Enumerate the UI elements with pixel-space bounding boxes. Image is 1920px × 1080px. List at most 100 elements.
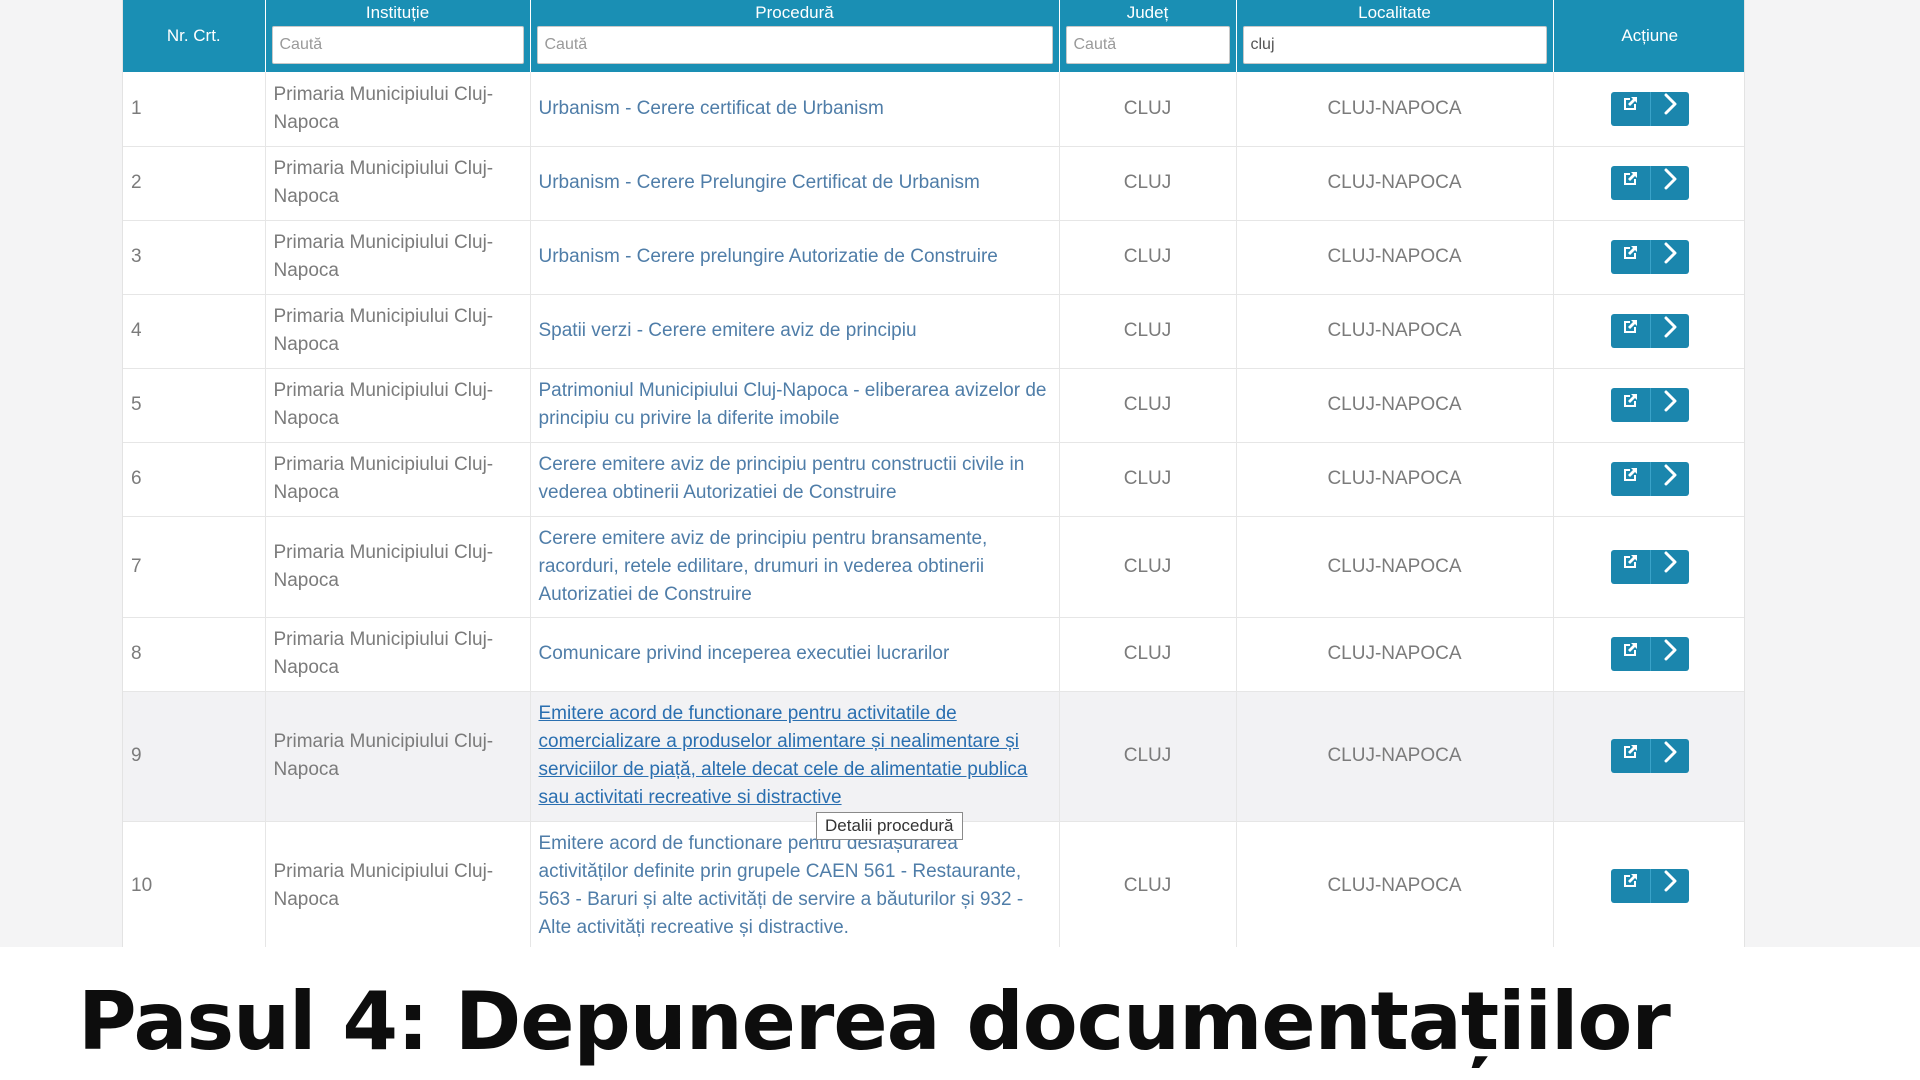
cell-judet: CLUJ bbox=[1059, 691, 1237, 822]
table-header: Nr. Crt. Instituție Procedură Județ bbox=[123, 0, 1744, 72]
county-name: CLUJ bbox=[1123, 97, 1172, 119]
procedure-details-button[interactable] bbox=[1649, 637, 1689, 671]
procedure-details-button[interactable] bbox=[1649, 388, 1689, 422]
cell-judet: CLUJ bbox=[1059, 72, 1237, 147]
procedure-link[interactable]: Spatii verzi - Cerere emitere aviz de pr… bbox=[539, 320, 917, 341]
cell-procedura: Cerere emitere aviz de principiu pentru … bbox=[530, 442, 1060, 517]
procedure-details-button[interactable] bbox=[1649, 462, 1689, 496]
cell-nr: 7 bbox=[123, 516, 266, 618]
row-number: 7 bbox=[131, 555, 142, 577]
procedures-table: Nr. Crt. Instituție Procedură Județ bbox=[123, 0, 1744, 947]
procedure-details-button[interactable] bbox=[1649, 314, 1689, 348]
open-procedure-button[interactable] bbox=[1610, 739, 1650, 773]
cell-institutie: Primaria Municipiului Cluj-Napoca bbox=[265, 516, 531, 618]
cell-nr: 5 bbox=[123, 368, 266, 443]
procedure-details-button[interactable] bbox=[1649, 166, 1689, 200]
cell-procedura: Urbanism - Cerere Prelungire Certificat … bbox=[530, 146, 1060, 221]
procedure-details-button[interactable] bbox=[1649, 91, 1689, 126]
cell-procedura: Comunicare privind inceperea executiei l… bbox=[530, 617, 1060, 692]
institution-name: Primaria Municipiului Cluj-Napoca bbox=[273, 454, 494, 503]
external-link-icon bbox=[1620, 465, 1640, 494]
open-procedure-button[interactable] bbox=[1610, 868, 1650, 903]
open-procedure-button[interactable] bbox=[1610, 388, 1650, 422]
locality-name: CLUJ-NAPOCA bbox=[1327, 394, 1462, 415]
row-actions bbox=[1562, 314, 1739, 348]
procedure-link[interactable]: Cerere emitere aviz de principiu pentru … bbox=[539, 528, 988, 605]
cell-nr: 10 bbox=[123, 821, 266, 947]
institution-name: Primaria Municipiului Cluj-Napoca bbox=[273, 83, 494, 133]
row-number: 9 bbox=[131, 745, 142, 766]
cell-procedura: Urbanism - Cerere prelungire Autorizatie… bbox=[530, 220, 1060, 295]
open-procedure-button[interactable] bbox=[1610, 549, 1650, 584]
cell-actiune bbox=[1553, 72, 1744, 147]
chevron-right-icon bbox=[1662, 464, 1678, 495]
filter-localitate-input[interactable] bbox=[1242, 26, 1547, 64]
procedure-details-tooltip: Detalii procedură bbox=[816, 812, 963, 840]
cell-nr: 3 bbox=[123, 220, 266, 295]
cell-procedura: Cerere emitere aviz de principiu pentru … bbox=[530, 516, 1060, 618]
filter-procedura-input[interactable] bbox=[536, 26, 1053, 64]
county-name: CLUJ bbox=[1123, 745, 1172, 766]
external-link-icon bbox=[1620, 871, 1640, 900]
cell-institutie: Primaria Municipiului Cluj-Napoca bbox=[265, 691, 531, 822]
county-name: CLUJ bbox=[1123, 246, 1172, 267]
cell-actiune bbox=[1553, 220, 1744, 295]
table-row: 6 Primaria Municipiului Cluj-Napoca Cerere… bbox=[123, 442, 1744, 517]
open-procedure-button[interactable] bbox=[1610, 166, 1650, 200]
open-procedure-button[interactable] bbox=[1610, 637, 1650, 671]
row-actions bbox=[1562, 549, 1739, 584]
step-caption: Pasul 4: Depunerea documentațiilor bbox=[78, 975, 1671, 1068]
procedure-link[interactable]: Emitere acord de functionare pentru desf… bbox=[539, 833, 1024, 938]
procedure-link[interactable]: Comunicare privind inceperea executiei l… bbox=[539, 643, 950, 664]
filter-judet-input[interactable] bbox=[1065, 26, 1230, 64]
procedure-link[interactable]: Urbanism - Cerere Prelungire Certificat … bbox=[539, 172, 980, 193]
procedure-link[interactable]: Urbanism - Cerere prelungire Autorizatie… bbox=[539, 246, 998, 267]
row-actions bbox=[1562, 868, 1739, 903]
filter-institutie-input[interactable] bbox=[271, 26, 524, 64]
table-row: 5 Primaria Municipiului Cluj-Napoca Patrim… bbox=[123, 368, 1744, 443]
cell-actiune bbox=[1553, 294, 1744, 369]
cell-procedura: Emitere acord de functionare pentru desf… bbox=[530, 821, 1060, 947]
procedure-details-button[interactable] bbox=[1649, 739, 1689, 773]
row-number: 5 bbox=[131, 394, 142, 415]
county-name: CLUJ bbox=[1123, 172, 1172, 193]
header-actiune: Acțiune bbox=[1553, 0, 1744, 72]
cell-judet: CLUJ bbox=[1059, 294, 1237, 369]
cell-localitate: CLUJ-NAPOCA bbox=[1236, 617, 1554, 692]
row-number: 3 bbox=[131, 246, 142, 267]
row-actions bbox=[1562, 166, 1739, 200]
open-procedure-button[interactable] bbox=[1610, 91, 1650, 126]
cell-institutie: Primaria Municipiului Cluj-Napoca bbox=[265, 220, 531, 295]
chevron-right-icon bbox=[1662, 316, 1678, 347]
open-procedure-button[interactable] bbox=[1610, 240, 1650, 274]
cell-actiune bbox=[1553, 516, 1744, 618]
procedure-link[interactable]: Patrimoniul Municipiului Cluj-Napoca - e… bbox=[539, 380, 1047, 429]
procedure-details-button[interactable] bbox=[1649, 549, 1689, 584]
procedure-link[interactable]: Cerere emitere aviz de principiu pentru … bbox=[539, 454, 1025, 503]
chevron-right-icon bbox=[1662, 168, 1678, 199]
row-number: 10 bbox=[131, 874, 153, 896]
procedure-link[interactable]: Urbanism - Cerere certificat de Urbanism bbox=[539, 98, 884, 119]
cell-nr: 8 bbox=[123, 617, 266, 692]
open-procedure-button[interactable] bbox=[1610, 462, 1650, 496]
chevron-right-icon bbox=[1662, 870, 1678, 901]
row-actions bbox=[1562, 240, 1739, 274]
header-actiune-label: Acțiune bbox=[1621, 26, 1679, 45]
cell-institutie: Primaria Municipiului Cluj-Napoca bbox=[265, 617, 531, 692]
cell-procedura: Urbanism - Cerere certificat de Urbanism bbox=[530, 72, 1060, 147]
locality-name: CLUJ-NAPOCA bbox=[1327, 172, 1462, 193]
institution-name: Primaria Municipiului Cluj-Napoca bbox=[273, 860, 494, 910]
locality-name: CLUJ-NAPOCA bbox=[1327, 555, 1462, 577]
procedure-details-button[interactable] bbox=[1649, 240, 1689, 274]
external-link-icon bbox=[1620, 169, 1640, 198]
chevron-right-icon bbox=[1662, 551, 1678, 582]
procedure-link[interactable]: Emitere acord de functionare pentru acti… bbox=[539, 703, 1028, 808]
page-background: Nr. Crt. Instituție Procedură Județ bbox=[0, 0, 1920, 947]
open-procedure-button[interactable] bbox=[1610, 314, 1650, 348]
cell-institutie: Primaria Municipiului Cluj-Napoca bbox=[265, 821, 531, 947]
locality-name: CLUJ-NAPOCA bbox=[1327, 643, 1462, 664]
table-row: 9 Primaria Municipiului Cluj-Napoca Emiter… bbox=[123, 691, 1744, 822]
cell-institutie: Primaria Municipiului Cluj-Napoca bbox=[265, 294, 531, 369]
institution-name: Primaria Municipiului Cluj-Napoca bbox=[273, 731, 494, 780]
procedure-details-button[interactable] bbox=[1649, 868, 1689, 903]
